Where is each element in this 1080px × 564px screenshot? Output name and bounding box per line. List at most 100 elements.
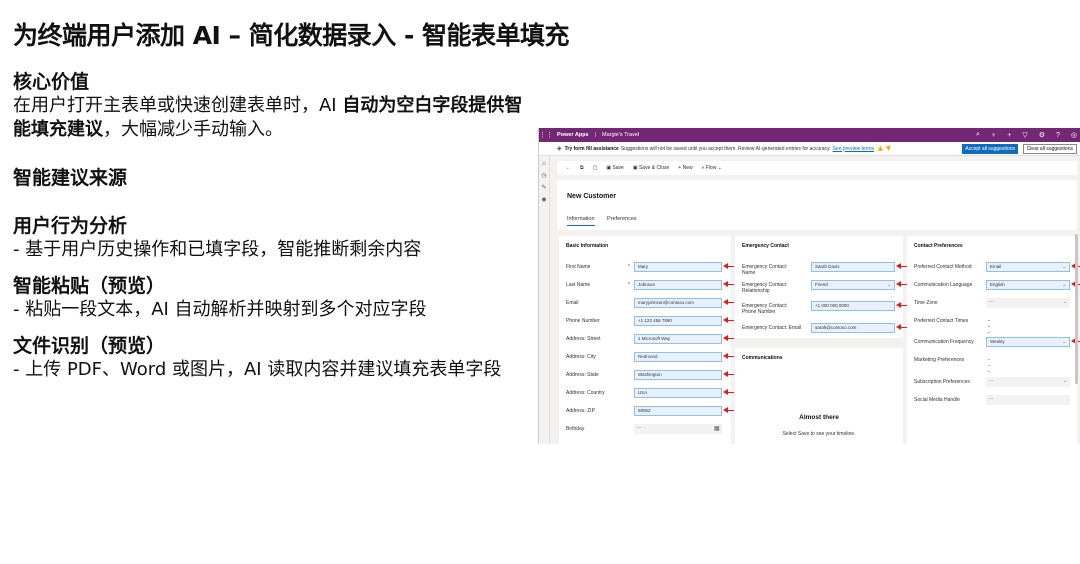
chevron-down-icon: ⌄ — [1063, 378, 1067, 383]
frequency-value: Weekly — [990, 339, 1005, 344]
entity-icon[interactable]: ◉ — [539, 196, 549, 203]
section-title: Communications — [742, 355, 783, 361]
save-close-button[interactable]: ▣ Save & Close — [633, 165, 669, 171]
state-input[interactable]: Washington — [634, 370, 722, 380]
subscription-value: --- — [989, 378, 994, 383]
file-text: - 上传 PDF、Word 或图片，AI 读取内容并建议填充表单字段 — [13, 359, 502, 380]
recent-icon[interactable]: ◷ — [539, 172, 549, 179]
field-label: Address: Street — [566, 336, 601, 342]
time-zone-select[interactable]: --- ⌄ — [986, 298, 1070, 308]
emergency-phone-input[interactable]: +1 000 000 0000 — [811, 301, 895, 311]
save-button[interactable]: ▣ Save — [606, 165, 624, 171]
country-input[interactable]: USA — [634, 388, 722, 398]
arrow-icon — [723, 280, 734, 289]
field-label: First Name — [566, 264, 591, 270]
environment-name[interactable]: Margie's Travel — [602, 132, 639, 138]
source-heading: 智能建议来源 — [13, 167, 128, 189]
divider: | — [594, 132, 597, 138]
emergency-email-input[interactable]: sarah@contoso.com — [811, 323, 895, 333]
refresh-icon[interactable]: ▢ — [593, 165, 598, 171]
contact-times-value[interactable]: --- — [988, 318, 990, 336]
street-input[interactable]: 1 Microsoft Way — [634, 334, 722, 344]
app-launcher-icon[interactable]: ⋮⋮ — [539, 131, 553, 139]
subscription-select[interactable]: --- ⌄ — [986, 377, 1070, 387]
chevron-down-icon: ⌄ — [1062, 282, 1066, 287]
flow-label: Flow — [705, 165, 717, 171]
avatar[interactable]: ◎ — [1071, 131, 1077, 139]
plus-icon[interactable]: + — [1007, 132, 1011, 139]
required-marker: * — [628, 264, 630, 270]
new-button[interactable]: + New — [678, 165, 692, 171]
record-title: New Customer — [567, 193, 617, 200]
open-icon[interactable]: ⧉ — [580, 165, 584, 171]
email-input[interactable]: maryjohnson@contoso.com — [634, 298, 722, 308]
accept-all-button[interactable]: Accept all suggestions — [962, 144, 1018, 154]
home-icon[interactable]: ⌂ — [539, 161, 549, 167]
slide-title: 为终端用户添加 AI – 简化数据录入 - 智能表单填充 — [13, 21, 570, 50]
clear-all-button[interactable]: Clear all suggestions — [1022, 144, 1077, 154]
last-name-input[interactable]: Johnson — [634, 280, 722, 290]
preview-terms-link[interactable]: See preview terms — [833, 146, 874, 152]
frequency-select[interactable]: Weekly ⌄ — [986, 337, 1070, 347]
scrollbar[interactable] — [1075, 234, 1078, 384]
slide-body: 核心价值 在用户打开主表单或快速创建表单时，AI 自动为空白字段提供智能填充建议… — [13, 70, 533, 382]
birthday-input[interactable]: --- — [634, 424, 722, 434]
save-label: Save — [612, 165, 624, 171]
calendar-icon[interactable]: ▦ — [714, 425, 720, 432]
chevron-down-icon: ⌄ — [887, 282, 891, 287]
field-label: Address: ZIP — [566, 408, 595, 414]
communications-section: Communications Almost there Select Save … — [735, 348, 903, 444]
contact-method-value: Email — [990, 264, 1002, 269]
flow-button[interactable]: » Flow ⌄ — [702, 165, 722, 171]
arrow-icon — [896, 280, 907, 289]
zip-input[interactable]: 98052 — [634, 406, 722, 416]
paste-heading: 智能粘贴（预览） — [13, 275, 166, 297]
arrow-icon — [723, 370, 734, 379]
left-nav: ⌂ ◷ ✎ ◉ — [539, 156, 550, 444]
relationship-select[interactable]: Friend ⌄ — [811, 280, 895, 290]
contact-method-select[interactable]: Email ⌄ — [986, 262, 1070, 272]
app-name[interactable]: Power Apps — [557, 132, 589, 138]
paste-text: - 粘贴一段文本，AI 自动解析并映射到多个对应字段 — [13, 299, 427, 320]
timeline-empty-hint: Select Save to see your timeline. — [782, 431, 856, 437]
field-label: Preferred Contact Method — [914, 264, 972, 270]
field-label: Preferred Contact Times — [914, 318, 969, 324]
emergency-name-input[interactable]: Sarah Davis — [811, 262, 895, 272]
field-label: Communication Language — [914, 282, 973, 288]
field-label: Address: City — [566, 354, 596, 360]
city-input[interactable]: Redmond — [634, 352, 722, 362]
phone-input[interactable]: +1 123 456 7890 — [634, 316, 722, 326]
contact-preferences-section: Contact Preferences Preferred Contact Me… — [907, 236, 1080, 444]
time-zone-value: --- — [989, 299, 994, 304]
pin-icon[interactable]: ✎ — [539, 184, 549, 191]
file-heading: 文件识别（预览） — [13, 335, 166, 357]
search-icon[interactable]: ⌕ — [976, 131, 980, 139]
field-label: Last Name — [566, 282, 591, 288]
banner-message: Suggestions will not be saved until you … — [620, 145, 831, 152]
help-icon[interactable]: ? — [1056, 132, 1060, 139]
filter-icon[interactable]: ▽ — [1022, 131, 1027, 139]
arrow-icon — [723, 262, 734, 271]
copilot-icon: ◈ — [557, 146, 562, 152]
chevron-down-icon: ⌄ — [1062, 264, 1066, 269]
arrow-icon — [723, 298, 734, 307]
lightbulb-icon[interactable]: ♀ — [991, 132, 996, 139]
field-label: Social Media Handle — [914, 397, 960, 403]
section-title: Emergency Contact — [742, 243, 789, 249]
field-label: Address: State — [566, 372, 599, 378]
field-label: Address: Country — [566, 390, 605, 396]
tab-preferences[interactable]: Preferences — [607, 216, 637, 222]
settings-icon[interactable]: ⚙ — [1039, 131, 1045, 139]
marketing-value[interactable]: --- — [988, 357, 990, 375]
language-select[interactable]: English ⌄ — [986, 280, 1070, 290]
section-title: Basic Information — [566, 243, 609, 249]
arrow-icon — [723, 406, 734, 415]
first-name-input[interactable]: Mary — [634, 262, 722, 272]
feedback-icons[interactable]: 👍 👎 — [876, 146, 891, 152]
tab-information[interactable]: Information — [567, 216, 595, 226]
back-icon[interactable]: ← — [566, 165, 571, 171]
command-bar: ← ⧉ ▢ ▣ Save ▣ Save & Close + New » Flow… — [557, 161, 1077, 175]
social-handle-input[interactable]: --- — [986, 395, 1070, 405]
new-label: New — [682, 165, 693, 171]
core-heading: 核心价值 — [13, 71, 90, 93]
